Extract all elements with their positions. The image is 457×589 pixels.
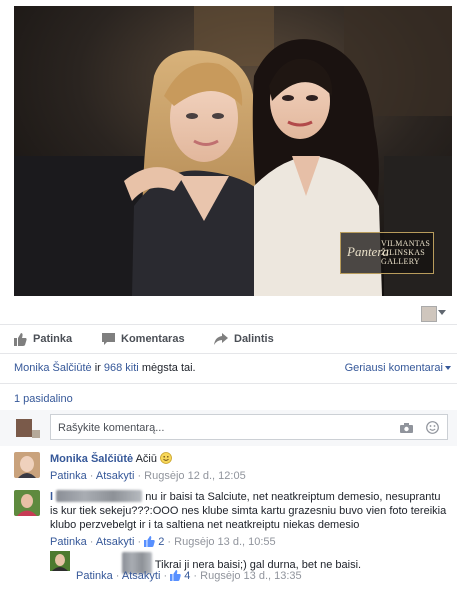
comment-like-count[interactable]: 2 xyxy=(158,536,164,548)
comment-body: Monika Šalčiūtė Ačiū xyxy=(50,452,172,466)
blurred-name xyxy=(56,490,143,502)
avatar-image xyxy=(14,452,40,478)
reply-like-count[interactable]: 4 xyxy=(184,570,190,582)
pantera-logo-icon: Pantera xyxy=(347,244,389,259)
comment-label: Komentaras xyxy=(121,333,185,345)
reply-meta: Patinka · Atsakyti · 4 · Rugsėjo 13 d., … xyxy=(76,570,302,582)
comment-button[interactable]: Komentaras xyxy=(102,330,185,348)
divider xyxy=(0,383,457,384)
avatar[interactable] xyxy=(14,490,40,516)
comment-time[interactable]: Rugsėjo 13 d., 10:55 xyxy=(174,536,276,548)
comment-author-link[interactable]: Monika Šalčiūtė xyxy=(50,453,133,465)
avatar[interactable] xyxy=(14,452,40,478)
comment-text-line: is kur tiek sekeju???:OOO nes klube simt… xyxy=(50,505,447,517)
comment-sort-dropdown[interactable]: Geriausi komentarai xyxy=(345,362,451,374)
thumbs-up-icon xyxy=(14,332,27,346)
caret-down-icon[interactable] xyxy=(438,310,446,315)
liker-name-link[interactable]: Monika Šalčiūtė xyxy=(14,362,92,374)
avatar xyxy=(16,419,32,437)
gallery-watermark: Pantera VILMANTAS ŽILINSKAS GALLERY xyxy=(340,232,434,274)
like-count-icon xyxy=(170,570,181,581)
sort-label: Geriausi komentarai xyxy=(344,362,443,374)
comment-author-link[interactable]: l xyxy=(50,491,53,503)
camera-icon[interactable] xyxy=(400,423,413,433)
comment-like-link[interactable]: Patinka xyxy=(50,470,87,482)
smiley-emoji-icon xyxy=(160,452,172,464)
avatar-image xyxy=(14,490,40,516)
avatar[interactable] xyxy=(50,551,70,571)
emoji-icon[interactable] xyxy=(426,421,439,434)
others-link[interactable]: 968 kiti xyxy=(104,362,139,374)
comment-text-line: nu ir baisi ta Salciute, net neatkreiptu… xyxy=(145,491,441,503)
likes-suffix: mėgsta tai. xyxy=(141,362,196,374)
share-label: Dalintis xyxy=(234,333,274,345)
likes-summary: Monika Šalčiūtė ir 968 kiti mėgsta tai. xyxy=(14,362,196,376)
avatar-badge xyxy=(32,430,40,438)
post-photo[interactable]: Pantera VILMANTAS ŽILINSKAS GALLERY xyxy=(14,6,452,296)
comment-input[interactable]: Rašykite komentarą... xyxy=(50,414,448,440)
divider xyxy=(0,324,457,325)
like-button[interactable]: Patinka xyxy=(14,330,72,348)
comment-time[interactable]: Rugsėjo 12 d., 12:05 xyxy=(144,470,246,482)
watermark-text: VILMANTAS ŽILINSKAS GALLERY xyxy=(381,239,431,266)
comment-text: Ačiū xyxy=(135,453,157,465)
comment-meta: Patinka · Atsakyti · 2 · Rugsėjo 13 d., … xyxy=(50,536,276,548)
comment-meta: Patinka · Atsakyti · Rugsėjo 12 d., 12:0… xyxy=(50,470,246,482)
reply-time[interactable]: Rugsėjo 13 d., 13:35 xyxy=(200,570,302,582)
reply-like-link[interactable]: Patinka xyxy=(76,570,113,582)
like-label: Patinka xyxy=(33,333,73,345)
caret-down-icon xyxy=(445,366,451,371)
comment-like-link[interactable]: Patinka xyxy=(50,536,87,548)
comment-icon xyxy=(102,333,115,345)
avatar-image xyxy=(50,551,70,571)
like-count-icon xyxy=(144,536,155,547)
divider xyxy=(0,353,457,354)
likes-conj: ir xyxy=(94,362,101,374)
comment-reply-link[interactable]: Atsakyti xyxy=(96,536,135,548)
shares-link[interactable]: 1 pasidalino xyxy=(14,393,73,405)
comment-text-line: klubo perzvebelgt ir i ta saltiena net n… xyxy=(50,519,360,531)
comment-body: l nu ir baisi ta Salciute, net neatkreip… xyxy=(50,490,450,532)
share-arrow-icon xyxy=(214,333,228,345)
comment-placeholder: Rašykite komentarą... xyxy=(58,422,165,434)
share-button[interactable]: Dalintis xyxy=(214,330,274,348)
comment-reply-link[interactable]: Atsakyti xyxy=(96,470,135,482)
reply-reply-link[interactable]: Atsakyti xyxy=(122,570,161,582)
actor-avatar-icon[interactable] xyxy=(421,306,437,322)
action-bar: Patinka Komentaras Dalintis xyxy=(14,330,454,350)
